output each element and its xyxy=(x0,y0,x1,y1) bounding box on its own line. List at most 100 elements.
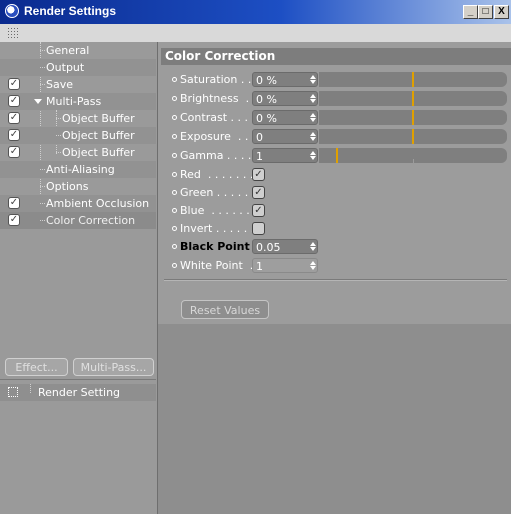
saturation-row: Saturation . . . 0 % xyxy=(172,72,507,88)
tree-item-color-correction[interactable]: ✓ Color Correction xyxy=(0,212,156,229)
tree-item-label: Color Correction xyxy=(46,214,136,227)
enable-checkbox[interactable]: ✓ xyxy=(8,146,20,158)
slider-handle[interactable] xyxy=(412,72,414,87)
expand-arrow-icon[interactable] xyxy=(34,99,42,104)
slider-midpoint-mark xyxy=(413,159,414,163)
close-button[interactable]: X xyxy=(494,5,509,19)
animation-dot-icon[interactable] xyxy=(172,263,177,268)
animation-dot-icon[interactable] xyxy=(172,172,177,177)
red-label: Red . . . . . . . xyxy=(180,168,254,181)
tree-item-multi-pass[interactable]: ✓ Multi-Pass xyxy=(0,93,156,110)
animation-dot-icon[interactable] xyxy=(172,190,177,195)
spinner-arrows-icon[interactable] xyxy=(310,113,316,122)
tree-item-object-buffer[interactable]: ✓ Object Buffer xyxy=(0,127,156,144)
toolbar-strip xyxy=(0,24,511,43)
slider-handle[interactable] xyxy=(412,91,414,106)
tree-item-object-buffer[interactable]: ✓ Object Buffer xyxy=(0,110,156,127)
brightness-field[interactable]: 0 % xyxy=(252,91,318,106)
saturation-label: Saturation . . . xyxy=(180,73,259,86)
reset-values-button[interactable]: Reset Values xyxy=(181,300,269,319)
gamma-label: Gamma . . . . . xyxy=(180,149,259,162)
brightness-value: 0 % xyxy=(256,93,277,106)
tree-connector xyxy=(56,135,61,136)
invert-checkbox[interactable] xyxy=(252,222,265,235)
animation-dot-icon[interactable] xyxy=(172,77,177,82)
green-row: Green . . . . . . ✓ xyxy=(172,185,507,201)
slider-handle[interactable] xyxy=(412,129,414,144)
brightness-slider[interactable] xyxy=(319,91,507,106)
enable-checkbox[interactable]: ✓ xyxy=(8,214,20,226)
exposure-row: Exposure . . . 0 xyxy=(172,129,507,145)
blue-checkbox[interactable]: ✓ xyxy=(252,204,265,217)
saturation-slider[interactable] xyxy=(319,72,507,87)
tree-item-ambient-occlusion[interactable]: ✓ Ambient Occlusion xyxy=(0,195,156,212)
saturation-value: 0 % xyxy=(256,74,277,87)
red-checkbox[interactable]: ✓ xyxy=(252,168,265,181)
tree-connector xyxy=(30,384,31,393)
green-checkbox[interactable]: ✓ xyxy=(252,186,265,199)
tree-item-label: Multi-Pass xyxy=(46,95,102,108)
animation-dot-icon[interactable] xyxy=(172,226,177,231)
maximize-button[interactable]: □ xyxy=(478,5,493,19)
black-point-field[interactable]: 0.05 xyxy=(252,239,318,254)
enable-checkbox[interactable]: ✓ xyxy=(8,197,20,209)
animation-dot-icon[interactable] xyxy=(172,96,177,101)
tree-item-options[interactable]: Options xyxy=(0,178,156,195)
animation-dot-icon[interactable] xyxy=(172,208,177,213)
brightness-row: Brightness . . 0 % xyxy=(172,91,507,107)
animation-dot-icon[interactable] xyxy=(172,134,177,139)
contrast-slider[interactable] xyxy=(319,110,507,125)
enable-checkbox[interactable]: ✓ xyxy=(8,129,20,141)
spinner-arrows-icon[interactable] xyxy=(310,261,316,270)
minimize-button[interactable]: _ xyxy=(463,5,478,19)
slider-handle[interactable] xyxy=(336,148,338,163)
tree-item-output[interactable]: Output xyxy=(0,59,156,76)
gamma-row: Gamma . . . . . 1 xyxy=(172,148,507,164)
tree-connector xyxy=(40,169,45,170)
exposure-field[interactable]: 0 xyxy=(252,129,318,144)
render-setting-icon xyxy=(8,387,18,397)
gamma-slider[interactable] xyxy=(319,148,507,163)
tree-item-save[interactable]: ✓ Save xyxy=(0,76,156,93)
slider-handle[interactable] xyxy=(412,110,414,125)
cinema4d-logo-icon xyxy=(5,4,19,18)
tree-item-general[interactable]: General xyxy=(0,42,156,59)
gamma-field[interactable]: 1 xyxy=(252,148,318,163)
black-point-row: Black Point 0.05 xyxy=(172,239,507,255)
spinner-arrows-icon[interactable] xyxy=(310,75,316,84)
tree-connector xyxy=(40,203,45,204)
title-bar: Render Settings _ □ X xyxy=(0,0,511,24)
tree-item-anti-aliasing[interactable]: Anti-Aliasing xyxy=(0,161,156,178)
animation-dot-icon[interactable] xyxy=(172,115,177,120)
enable-checkbox[interactable]: ✓ xyxy=(8,95,20,107)
divider xyxy=(0,379,156,380)
tree-connector xyxy=(40,67,45,68)
multi-pass-button[interactable]: Multi-Pass... xyxy=(73,358,154,376)
tree-item-object-buffer[interactable]: ✓ Object Buffer xyxy=(0,144,156,161)
tree-item-label: Ambient Occlusion xyxy=(46,197,150,210)
effect-button[interactable]: Effect... xyxy=(5,358,68,376)
animation-dot-icon[interactable] xyxy=(172,153,177,158)
enable-checkbox[interactable]: ✓ xyxy=(8,78,20,90)
render-setting-label: Render Setting xyxy=(38,386,121,399)
grip-handle-icon[interactable] xyxy=(7,27,19,38)
tree-connector xyxy=(40,186,45,187)
tree-item-label: Save xyxy=(46,78,74,91)
gamma-value: 1 xyxy=(256,150,263,163)
spinner-arrows-icon[interactable] xyxy=(310,94,316,103)
spinner-arrows-icon[interactable] xyxy=(310,242,316,251)
tree-connector xyxy=(40,50,45,51)
spinner-arrows-icon[interactable] xyxy=(310,132,316,141)
exposure-slider[interactable] xyxy=(319,129,507,144)
render-setting-item[interactable]: Render Setting xyxy=(0,384,156,401)
saturation-field[interactable]: 0 % xyxy=(252,72,318,87)
white-point-value: 1 xyxy=(256,260,263,273)
animation-dot-icon[interactable] xyxy=(172,244,177,249)
contrast-field[interactable]: 0 % xyxy=(252,110,318,125)
spinner-arrows-icon[interactable] xyxy=(310,151,316,160)
tree-item-label: Object Buffer xyxy=(62,146,135,159)
divider xyxy=(164,279,507,281)
tree-item-label: Object Buffer xyxy=(62,129,135,142)
enable-checkbox[interactable]: ✓ xyxy=(8,112,20,124)
white-point-field[interactable]: 1 xyxy=(252,258,318,273)
